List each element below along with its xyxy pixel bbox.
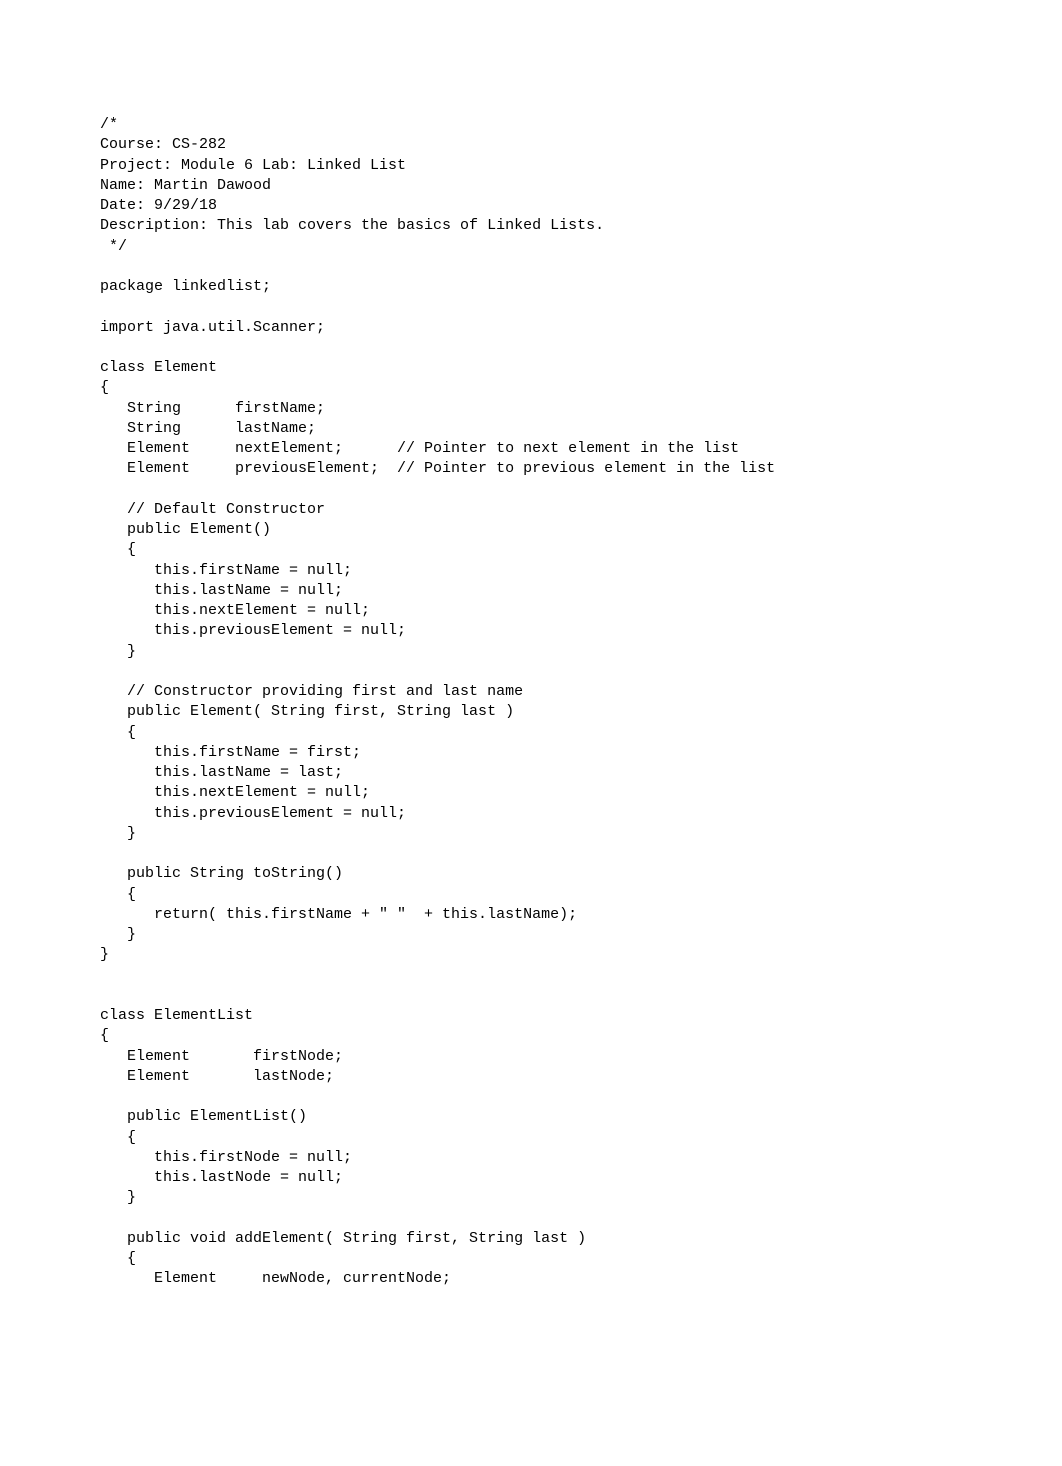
- code-block: /* Course: CS-282 Project: Module 6 Lab:…: [100, 116, 775, 1287]
- document-page: /* Course: CS-282 Project: Module 6 Lab:…: [0, 0, 1062, 1377]
